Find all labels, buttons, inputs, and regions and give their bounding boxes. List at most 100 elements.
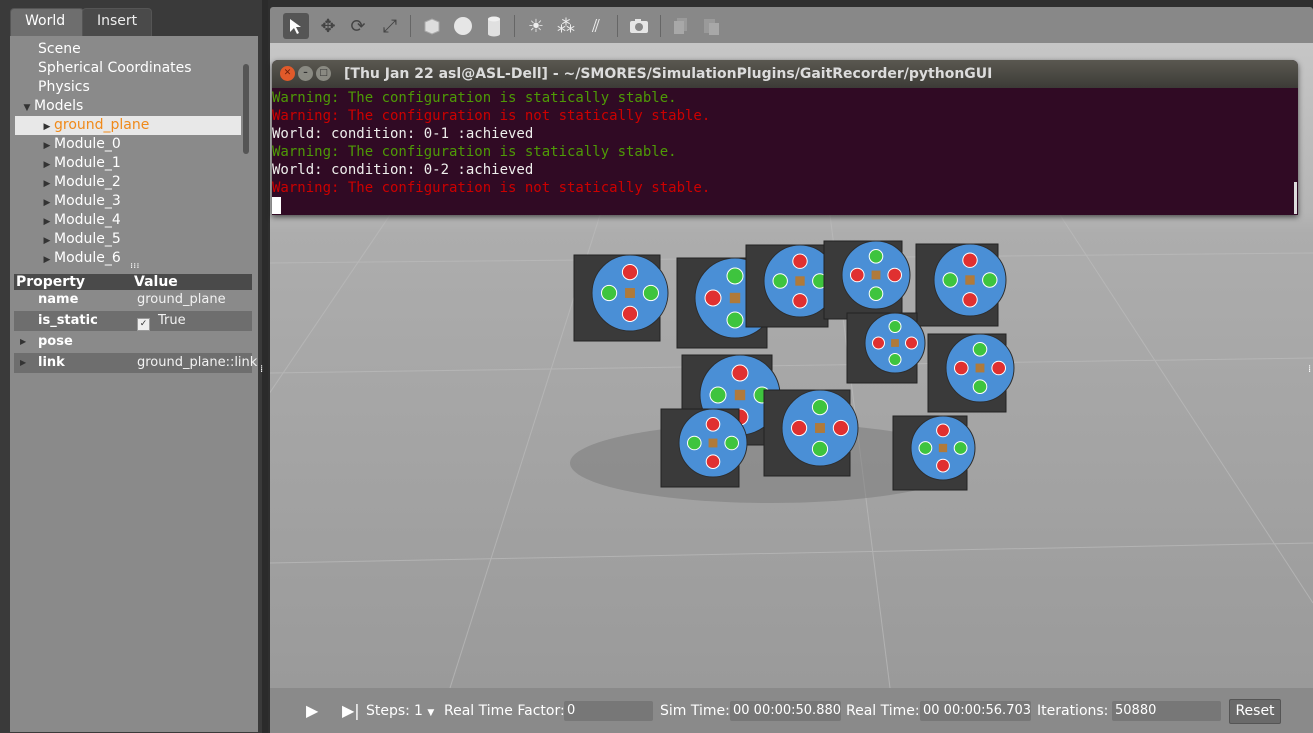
point-light-icon[interactable]: ☀ [523,13,549,39]
module-center [729,292,741,304]
connector-magnet [962,292,978,308]
tree-item-module-5[interactable]: ▶ Module_5 [40,230,121,249]
screenshot-icon[interactable] [626,13,652,39]
real-time-factor-label: Real Time Factor: [444,703,565,719]
terminal-window[interactable]: ✕ – □ [Thu Jan 22 asl@ASL-Dell] - ~/SMOR… [272,60,1298,215]
terminal-line: World: condition: 0-1 :achieved [272,126,534,142]
connector-magnet [726,311,744,329]
module-center [975,363,985,373]
module-center [708,438,718,448]
chevron-down-icon[interactable]: ▼ [427,708,434,718]
connector-magnet [832,419,850,437]
tree-item-label: Module_0 [54,136,121,152]
connector-magnet [936,423,950,438]
minimize-icon[interactable]: – [298,66,313,81]
terminal-titlebar[interactable]: ✕ – □ [Thu Jan 22 asl@ASL-Dell] - ~/SMOR… [272,60,1298,88]
tree-item-ground-plane[interactable]: ▶ ground_plane [15,116,241,135]
connector-magnet [792,293,808,309]
connector-magnet [811,440,829,457]
terminal-line: Warning: The configuration is statically… [272,144,677,160]
terminal-line: Warning: The configuration is not static… [272,108,711,124]
steps-value-text: 1 [414,703,423,719]
connector-magnet [642,284,659,302]
checkbox-checked-icon[interactable]: ✓ [137,318,150,331]
splitter-handle-icon[interactable]: ⁞ [260,364,263,375]
box-icon[interactable] [419,13,445,39]
close-icon[interactable]: ✕ [280,66,295,81]
expand-right-icon[interactable]: ▶ [40,251,54,268]
connector-magnet [872,336,885,350]
property-key: link [38,355,65,370]
tree-item-module-1[interactable]: ▶ Module_1 [40,154,121,173]
real-time-factor-field[interactable]: 0 [564,701,653,721]
terminal-line: World: condition: 0-2 :achieved [272,162,534,178]
real-time-label: Real Time: [846,703,920,719]
play-icon[interactable]: ▶ [306,702,318,720]
property-header: Property Value [14,274,252,290]
expand-right-icon[interactable]: ▶ [20,332,26,352]
property-value[interactable]: ground_plane [137,290,226,310]
connector-magnet [982,272,998,288]
tree-item-module-3[interactable]: ▶ Module_3 [40,192,121,211]
tree-item-scene[interactable]: Scene [38,40,81,59]
tree-item-label: Module_5 [54,231,121,247]
expand-right-icon[interactable]: ▶ [20,353,26,373]
step-icon[interactable]: ▶| [342,702,360,720]
terminal-scrollbar[interactable] [1294,182,1297,214]
tree-item-module-0[interactable]: ▶ Module_0 [40,135,121,154]
property-row-link[interactable]: ▶ link ground_plane::link [14,353,257,373]
property-value[interactable]: ground_plane::link [137,353,257,373]
property-row-name[interactable]: name ground_plane [14,290,252,310]
property-key: pose [38,334,73,349]
tree-item-spherical-coordinates[interactable]: Spherical Coordinates [38,59,192,78]
property-panel: Property Value name ground_plane is_stat… [10,268,258,732]
connector-magnet [887,267,903,283]
spot-light-icon[interactable]: ⁂ [553,13,579,39]
connector-magnet [954,360,969,376]
reset-button[interactable]: Reset [1229,699,1281,724]
tab-world[interactable]: World [10,8,84,36]
cylinder-icon[interactable] [481,13,507,39]
tree-item-module-4[interactable]: ▶ Module_4 [40,211,121,230]
sim-time-label: Sim Time: [660,703,730,719]
maximize-icon[interactable]: □ [316,66,331,81]
scale-icon[interactable]: ⤢ [377,13,403,39]
terminal-line: Warning: The configuration is statically… [272,90,677,106]
steps-label: Steps: [366,703,410,719]
sphere-icon[interactable] [450,13,476,39]
connector-magnet [731,364,749,382]
tree-scrollbar[interactable] [243,64,249,154]
connector-magnet [972,342,988,357]
splitter-handle-icon[interactable]: ⁞ [1308,364,1311,375]
connector-magnet [791,419,808,437]
module-center [795,276,805,286]
tab-insert[interactable]: Insert [82,8,152,36]
connector-magnet [772,273,788,289]
terminal-output[interactable]: Warning: The configuration is statically… [272,88,1292,215]
left-panel: World Insert Scene Spherical Coordinates… [0,0,262,733]
real-time-field[interactable]: 00 00:00:56.703 [920,701,1031,721]
world-tree: Scene Spherical Coordinates Physics ▼ Mod… [10,36,258,268]
terminal-cursor [272,197,281,214]
connector-magnet [953,441,968,455]
sim-time-field[interactable]: 00 00:00:50.880 [730,701,841,721]
copy-icon[interactable] [668,13,694,39]
property-row-pose[interactable]: ▶ pose [14,332,252,352]
tree-item-module-2[interactable]: ▶ Module_2 [40,173,121,192]
iterations-field[interactable]: 50880 [1112,701,1221,721]
paste-icon[interactable] [698,13,724,39]
connector-magnet [942,272,958,288]
translate-icon[interactable]: ✥ [315,13,341,39]
tree-item-module-6[interactable]: ▶ Module_6 [40,249,121,268]
tree-item-label: Models [34,98,84,114]
property-row-is-static[interactable]: is_static ✓ True [14,311,252,331]
module-center [815,423,825,433]
steps-value[interactable]: 1 ▼ [414,702,434,720]
tree-item-physics[interactable]: Physics [38,78,90,97]
directional-light-icon[interactable]: ⫽ [583,13,609,39]
tree-item-models[interactable]: ▼ Models [20,97,84,116]
connector-magnet [704,289,722,307]
property-value[interactable]: ✓ True [137,311,186,331]
rotate-icon[interactable]: ⟳ [345,13,371,39]
select-arrow-icon[interactable] [283,13,309,39]
